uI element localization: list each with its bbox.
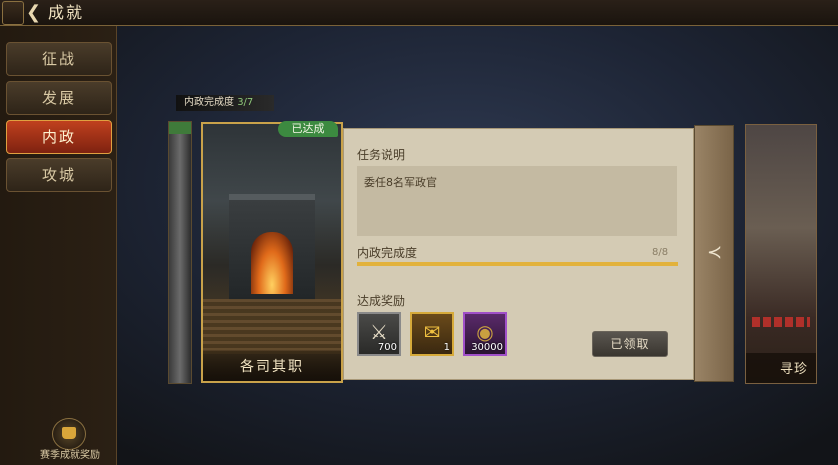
next-card-name: 寻珍 <box>780 362 809 377</box>
task-description: 委任8名军政官 <box>364 176 437 189</box>
tab-development[interactable]: 发展 <box>6 81 112 115</box>
lantern-decoration <box>752 317 810 327</box>
sidebar: 征战 发展 内政 攻城 <box>0 26 117 465</box>
progress-bar <box>357 262 678 266</box>
furnace-fire-illustration <box>251 232 293 294</box>
reward-quantity: 700 <box>377 342 397 353</box>
claimed-button[interactable]: 已领取 <box>592 331 668 357</box>
achieved-badge: 已达成 <box>278 121 338 137</box>
achievement-card[interactable]: 各司其职 <box>201 122 343 383</box>
progress-bar-fill <box>357 262 678 266</box>
reward-item-swords[interactable]: ⚔ 700 <box>357 312 401 356</box>
next-achievement-card[interactable]: 寻珍 <box>745 124 817 384</box>
tab-siege[interactable]: 攻城 <box>6 158 112 192</box>
progress-value: 8/8 <box>652 247 669 258</box>
menu-button[interactable] <box>2 1 24 25</box>
coin-icon: ◉ <box>476 320 494 344</box>
floor-illustration <box>203 299 341 354</box>
reward-quantity: 1 <box>443 342 450 353</box>
progress-header-label: 内政完成度 <box>184 97 234 108</box>
collapse-panel-tab[interactable]: ≺ <box>694 125 734 382</box>
season-reward-label: 赛季成就奖励 <box>40 450 100 461</box>
scroll-icon: ✉ <box>423 320 441 344</box>
top-bar: ❮ 成就 <box>0 0 838 26</box>
previous-achievement-card[interactable] <box>168 121 192 384</box>
card-name: 各司其职 <box>240 359 304 375</box>
progress-header: 内政完成度 3/7 <box>176 95 274 111</box>
crossed-swords-icon: ⚔ <box>370 320 388 344</box>
page-title: 成就 <box>48 3 85 22</box>
tab-internal-affairs[interactable]: 内政 <box>6 120 112 154</box>
task-title: 任务说明 <box>357 148 406 162</box>
leaf-decoration <box>169 122 191 134</box>
progress-label: 内政完成度 <box>357 246 418 260</box>
reward-quantity: 30000 <box>471 342 503 353</box>
tab-campaign[interactable]: 征战 <box>6 42 112 76</box>
collapse-arrow-icon: ≺ <box>707 242 723 263</box>
reward-item-scroll[interactable]: ✉ 1 <box>410 312 454 356</box>
reward-item-coin[interactable]: ◉ 30000 <box>463 312 507 356</box>
rewards-title: 达成奖励 <box>357 294 406 308</box>
progress-header-count: 3/7 <box>237 97 254 108</box>
back-icon[interactable]: ❮ <box>26 0 41 25</box>
